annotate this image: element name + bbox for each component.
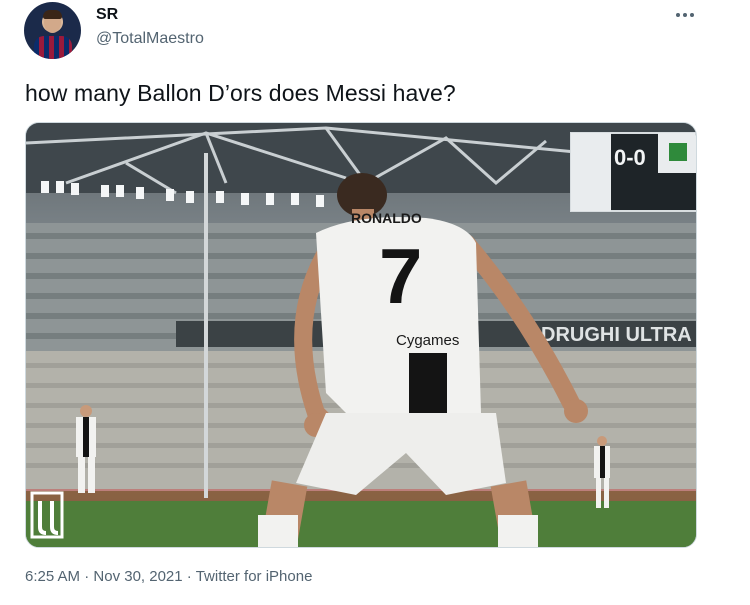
banner-text: DRUGHI ULTRA — [541, 324, 692, 346]
meta-separator: · — [80, 568, 94, 585]
avatar-shirt — [34, 36, 72, 59]
jersey-sponsor: Cygames — [396, 332, 459, 349]
tweet-time[interactable]: 6:25 AM — [25, 568, 80, 585]
photo-scene: 0-0 DRUGHI ULTRA RONALDO 7 Cygames — [26, 123, 696, 547]
tweet-source[interactable]: Twitter for iPhone — [196, 568, 313, 585]
avatar[interactable] — [24, 2, 81, 59]
meta-separator: · — [182, 568, 196, 585]
pitch — [26, 501, 696, 547]
more-dot — [683, 13, 687, 17]
more-options-icon[interactable] — [676, 8, 698, 22]
scoreboard-crest-left — [571, 133, 611, 211]
tweet-text: how many Ballon D’ors does Messi have? — [25, 80, 456, 106]
more-dot — [676, 13, 680, 17]
tweet-card: SR @TotalMaestro how many Ballon D’ors d… — [0, 0, 750, 605]
display-name[interactable]: SR — [96, 6, 118, 24]
scoreboard-score: 0-0 — [614, 145, 646, 170]
tweet-photo[interactable]: 0-0 DRUGHI ULTRA RONALDO 7 Cygames — [25, 122, 697, 548]
jersey-name: RONALDO — [351, 210, 422, 226]
user-handle[interactable]: @TotalMaestro — [96, 30, 204, 48]
more-dot — [690, 13, 694, 17]
tweet-date[interactable]: Nov 30, 2021 — [93, 568, 182, 585]
tweet-metadata: 6:25 AM · Nov 30, 2021 · Twitter for iPh… — [25, 568, 312, 585]
avatar-hair — [43, 10, 62, 19]
jersey-number: 7 — [379, 232, 422, 320]
light-pole — [204, 153, 208, 498]
scoreboard-badge — [669, 143, 687, 161]
